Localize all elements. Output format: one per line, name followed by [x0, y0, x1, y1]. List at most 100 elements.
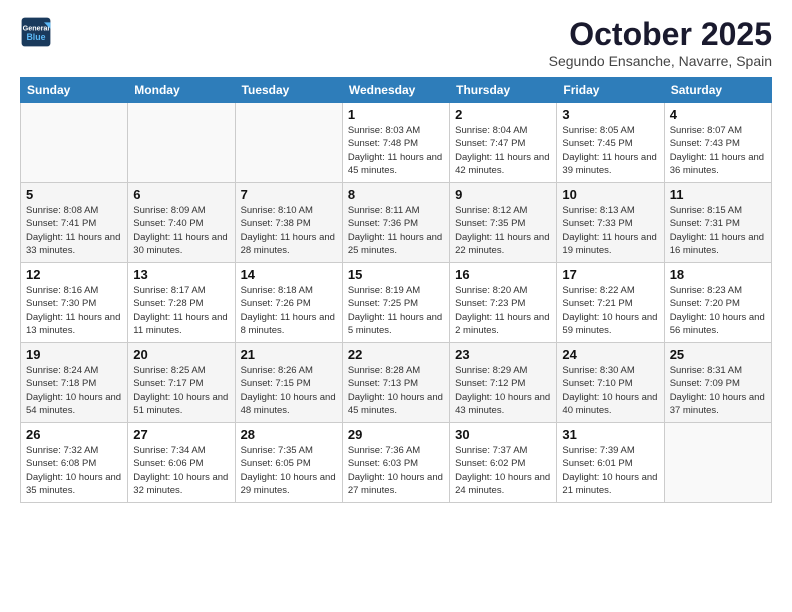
day-cell: 30Sunrise: 7:37 AM Sunset: 6:02 PM Dayli… — [450, 423, 557, 503]
week-row-3: 12 Sunrise: 8:16 AM Sunset: 7:30 PM Dayli… — [21, 263, 772, 343]
day-number: 13 — [133, 267, 229, 282]
day-number: 9 — [455, 187, 551, 202]
week-row-5: 26Sunrise: 7:32 AM Sunset: 6:08 PM Dayli… — [21, 423, 772, 503]
day-info: Sunrise: 8:29 AM Sunset: 7:12 PM Dayligh… — [455, 364, 551, 417]
day-info: Sunrise: 8:03 AM Sunset: 7:48 PM Dayligh… — [348, 124, 444, 177]
day-cell: 14Sunrise: 8:18 AM Sunset: 7:26 PM Dayli… — [235, 263, 342, 343]
day-cell — [128, 103, 235, 183]
day-info: Sunrise: 8:10 AM Sunset: 7:38 PM Dayligh… — [241, 204, 337, 257]
day-cell: 9 Sunrise: 8:12 AM Sunset: 7:35 PM Daylig… — [450, 183, 557, 263]
day-info: Sunrise: 8:09 AM Sunset: 7:40 PM Dayligh… — [133, 204, 229, 257]
day-number: 29 — [348, 427, 444, 442]
weekday-header-sunday: Sunday — [21, 78, 128, 103]
day-info: Sunrise: 7:34 AM Sunset: 6:06 PM Dayligh… — [133, 444, 229, 497]
subtitle: Segundo Ensanche, Navarre, Spain — [549, 53, 772, 69]
day-info: Sunrise: 8:22 AM Sunset: 7:21 PM Dayligh… — [562, 284, 658, 337]
day-info: Sunrise: 8:25 AM Sunset: 7:17 PM Dayligh… — [133, 364, 229, 417]
weekday-header-saturday: Saturday — [664, 78, 771, 103]
day-cell: 22Sunrise: 8:28 AM Sunset: 7:13 PM Dayli… — [342, 343, 449, 423]
day-cell: 28Sunrise: 7:35 AM Sunset: 6:05 PM Dayli… — [235, 423, 342, 503]
day-number: 15 — [348, 267, 444, 282]
day-number: 20 — [133, 347, 229, 362]
week-row-4: 19Sunrise: 8:24 AM Sunset: 7:18 PM Dayli… — [21, 343, 772, 423]
calendar-body: 1Sunrise: 8:03 AM Sunset: 7:48 PM Daylig… — [21, 103, 772, 503]
week-row-2: 5 Sunrise: 8:08 AM Sunset: 7:41 PM Daylig… — [21, 183, 772, 263]
day-info: Sunrise: 7:37 AM Sunset: 6:02 PM Dayligh… — [455, 444, 551, 497]
day-cell: 26Sunrise: 7:32 AM Sunset: 6:08 PM Dayli… — [21, 423, 128, 503]
calendar-container: General Blue October 2025 Segundo Ensanc… — [0, 0, 792, 523]
day-cell: 21 Sunrise: 8:26 AM Sunset: 7:15 PM Dayli… — [235, 343, 342, 423]
day-cell: 15 Sunrise: 8:19 AM Sunset: 7:25 PM Dayli… — [342, 263, 449, 343]
day-info: Sunrise: 8:16 AM Sunset: 7:30 PM Dayligh… — [26, 284, 122, 337]
day-cell: 16Sunrise: 8:20 AM Sunset: 7:23 PM Dayli… — [450, 263, 557, 343]
day-cell: 6 Sunrise: 8:09 AM Sunset: 7:40 PM Daylig… — [128, 183, 235, 263]
day-number: 12 — [26, 267, 122, 282]
day-cell: 24Sunrise: 8:30 AM Sunset: 7:10 PM Dayli… — [557, 343, 664, 423]
day-cell: 7 Sunrise: 8:10 AM Sunset: 7:38 PM Daylig… — [235, 183, 342, 263]
day-info: Sunrise: 8:23 AM Sunset: 7:20 PM Dayligh… — [670, 284, 766, 337]
day-info: Sunrise: 8:05 AM Sunset: 7:45 PM Dayligh… — [562, 124, 658, 177]
day-number: 25 — [670, 347, 766, 362]
weekday-header-thursday: Thursday — [450, 78, 557, 103]
day-cell — [664, 423, 771, 503]
day-number: 3 — [562, 107, 658, 122]
day-cell: 31 Sunrise: 7:39 AM Sunset: 6:01 PM Dayli… — [557, 423, 664, 503]
day-number: 4 — [670, 107, 766, 122]
day-cell: 29Sunrise: 7:36 AM Sunset: 6:03 PM Dayli… — [342, 423, 449, 503]
day-cell: 12 Sunrise: 8:16 AM Sunset: 7:30 PM Dayli… — [21, 263, 128, 343]
day-cell: 11 Sunrise: 8:15 AM Sunset: 7:31 PM Dayli… — [664, 183, 771, 263]
day-cell: 27 Sunrise: 7:34 AM Sunset: 6:06 PM Dayli… — [128, 423, 235, 503]
day-cell: 18 Sunrise: 8:23 AM Sunset: 7:20 PM Dayli… — [664, 263, 771, 343]
weekday-header-tuesday: Tuesday — [235, 78, 342, 103]
day-info: Sunrise: 7:35 AM Sunset: 6:05 PM Dayligh… — [241, 444, 337, 497]
day-cell: 1Sunrise: 8:03 AM Sunset: 7:48 PM Daylig… — [342, 103, 449, 183]
day-info: Sunrise: 8:24 AM Sunset: 7:18 PM Dayligh… — [26, 364, 122, 417]
week-row-1: 1Sunrise: 8:03 AM Sunset: 7:48 PM Daylig… — [21, 103, 772, 183]
day-cell: 8Sunrise: 8:11 AM Sunset: 7:36 PM Daylig… — [342, 183, 449, 263]
day-number: 18 — [670, 267, 766, 282]
day-info: Sunrise: 7:32 AM Sunset: 6:08 PM Dayligh… — [26, 444, 122, 497]
day-number: 27 — [133, 427, 229, 442]
day-info: Sunrise: 7:39 AM Sunset: 6:01 PM Dayligh… — [562, 444, 658, 497]
day-info: Sunrise: 8:20 AM Sunset: 7:23 PM Dayligh… — [455, 284, 551, 337]
day-number: 21 — [241, 347, 337, 362]
day-number: 23 — [455, 347, 551, 362]
day-info: Sunrise: 8:12 AM Sunset: 7:35 PM Dayligh… — [455, 204, 551, 257]
day-info: Sunrise: 8:17 AM Sunset: 7:28 PM Dayligh… — [133, 284, 229, 337]
svg-text:Blue: Blue — [26, 32, 45, 42]
day-info: Sunrise: 8:28 AM Sunset: 7:13 PM Dayligh… — [348, 364, 444, 417]
day-cell: 10Sunrise: 8:13 AM Sunset: 7:33 PM Dayli… — [557, 183, 664, 263]
day-info: Sunrise: 8:26 AM Sunset: 7:15 PM Dayligh… — [241, 364, 337, 417]
day-info: Sunrise: 8:08 AM Sunset: 7:41 PM Dayligh… — [26, 204, 122, 257]
day-number: 24 — [562, 347, 658, 362]
weekday-header-monday: Monday — [128, 78, 235, 103]
day-cell: 19Sunrise: 8:24 AM Sunset: 7:18 PM Dayli… — [21, 343, 128, 423]
day-info: Sunrise: 8:15 AM Sunset: 7:31 PM Dayligh… — [670, 204, 766, 257]
day-number: 31 — [562, 427, 658, 442]
calendar-table: SundayMondayTuesdayWednesdayThursdayFrid… — [20, 77, 772, 503]
weekday-header-row: SundayMondayTuesdayWednesdayThursdayFrid… — [21, 78, 772, 103]
day-number: 5 — [26, 187, 122, 202]
day-cell: 17 Sunrise: 8:22 AM Sunset: 7:21 PM Dayli… — [557, 263, 664, 343]
day-cell: 25 Sunrise: 8:31 AM Sunset: 7:09 PM Dayli… — [664, 343, 771, 423]
calendar-header: SundayMondayTuesdayWednesdayThursdayFrid… — [21, 78, 772, 103]
day-cell — [235, 103, 342, 183]
day-number: 6 — [133, 187, 229, 202]
title-block: October 2025 Segundo Ensanche, Navarre, … — [549, 16, 772, 69]
day-info: Sunrise: 8:19 AM Sunset: 7:25 PM Dayligh… — [348, 284, 444, 337]
svg-text:General: General — [23, 23, 50, 32]
day-cell — [21, 103, 128, 183]
day-number: 17 — [562, 267, 658, 282]
day-number: 10 — [562, 187, 658, 202]
day-info: Sunrise: 8:31 AM Sunset: 7:09 PM Dayligh… — [670, 364, 766, 417]
day-number: 8 — [348, 187, 444, 202]
day-cell: 5 Sunrise: 8:08 AM Sunset: 7:41 PM Daylig… — [21, 183, 128, 263]
day-cell: 13 Sunrise: 8:17 AM Sunset: 7:28 PM Dayli… — [128, 263, 235, 343]
day-info: Sunrise: 8:07 AM Sunset: 7:43 PM Dayligh… — [670, 124, 766, 177]
day-number: 7 — [241, 187, 337, 202]
day-cell: 2Sunrise: 8:04 AM Sunset: 7:47 PM Daylig… — [450, 103, 557, 183]
day-cell: 4 Sunrise: 8:07 AM Sunset: 7:43 PM Daylig… — [664, 103, 771, 183]
day-cell: 20 Sunrise: 8:25 AM Sunset: 7:17 PM Dayli… — [128, 343, 235, 423]
day-number: 14 — [241, 267, 337, 282]
day-number: 11 — [670, 187, 766, 202]
